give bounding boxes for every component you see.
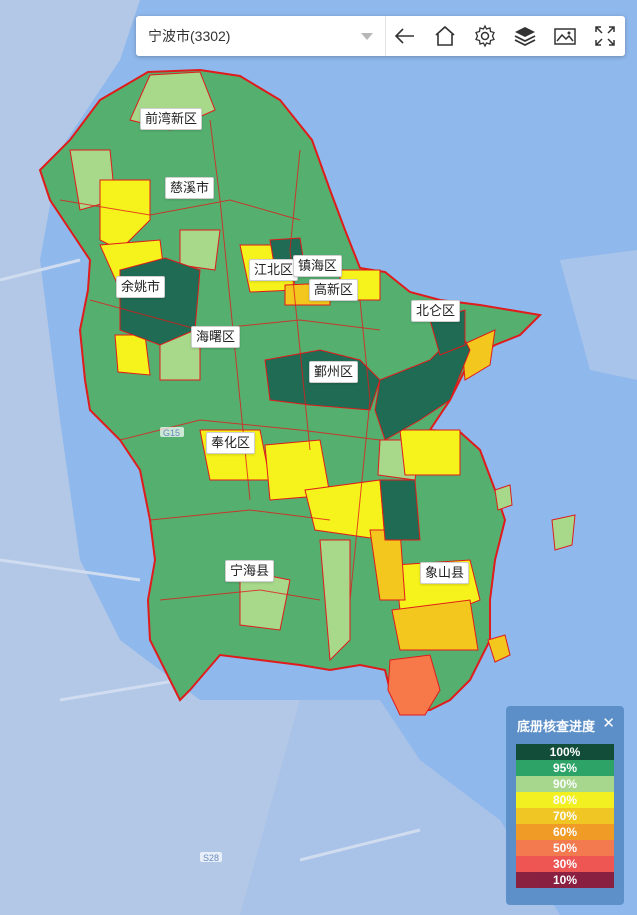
legend-item: 90%	[516, 776, 614, 792]
gear-icon	[475, 24, 496, 48]
label-xiangshan[interactable]: 象山县	[420, 562, 470, 584]
label-beilun[interactable]: 北仑区	[411, 300, 461, 322]
legend-item: 100%	[516, 744, 614, 760]
legend-item: 95%	[516, 760, 614, 776]
district-patch[interactable]	[379, 479, 421, 541]
legend-item: 30%	[516, 856, 614, 872]
road-badge-g15: G15	[160, 427, 184, 438]
settings-button[interactable]	[465, 16, 505, 56]
image-button[interactable]	[545, 16, 585, 56]
chevron-down-icon	[360, 32, 373, 40]
legend-item: 50%	[516, 840, 614, 856]
district-patch[interactable]	[399, 429, 461, 476]
svg-text:G15: G15	[163, 428, 180, 438]
close-icon[interactable]: ✕	[602, 714, 615, 732]
label-cixi[interactable]: 慈溪市	[165, 177, 215, 199]
district-patch[interactable]	[179, 229, 221, 271]
island[interactable]	[551, 514, 576, 551]
district-patch[interactable]	[114, 334, 151, 376]
layers-button[interactable]	[505, 16, 545, 56]
fullscreen-button[interactable]	[585, 16, 625, 56]
label-gaoxin[interactable]: 高新区	[309, 279, 359, 301]
label-yuyao[interactable]: 余姚市	[116, 276, 166, 298]
map-toolbar: 宁波市(3302)	[136, 16, 625, 56]
label-zhenhai[interactable]: 镇海区	[293, 255, 343, 277]
legend-item: 10%	[516, 872, 614, 888]
back-arrow-icon	[395, 28, 415, 44]
legend-items: 100% 95% 90% 80% 70% 60% 50% 30% 10%	[516, 744, 614, 888]
road-badge-s28: S28	[200, 852, 222, 863]
legend-title: 底册核查进度	[517, 719, 596, 734]
label-yinzhou[interactable]: 鄞州区	[309, 361, 359, 383]
image-icon	[554, 28, 576, 45]
label-haishu[interactable]: 海曙区	[191, 326, 241, 348]
label-jiangbei[interactable]: 江北区	[249, 259, 299, 281]
home-button[interactable]	[425, 16, 465, 56]
district-patch[interactable]	[119, 257, 201, 346]
city-select-value: 宁波市(3302)	[148, 28, 231, 44]
layers-icon	[514, 27, 536, 47]
legend-item: 60%	[516, 824, 614, 840]
island[interactable]	[494, 484, 513, 511]
city-select[interactable]: 宁波市(3302)	[136, 16, 386, 56]
legend-item: 80%	[516, 792, 614, 808]
label-ninghai[interactable]: 宁海县	[225, 560, 275, 582]
fullscreen-icon	[595, 26, 615, 46]
label-fenghua[interactable]: 奉化区	[206, 432, 256, 454]
label-qianwan[interactable]: 前湾新区	[140, 108, 203, 130]
home-icon	[435, 25, 455, 46]
legend-item: 70%	[516, 808, 614, 824]
back-button[interactable]	[386, 16, 426, 56]
legend-panel: 底册核查进度 ✕ 100% 95% 90% 80% 70% 60% 50% 30% 10%	[506, 706, 624, 905]
svg-text:S28: S28	[203, 853, 219, 863]
